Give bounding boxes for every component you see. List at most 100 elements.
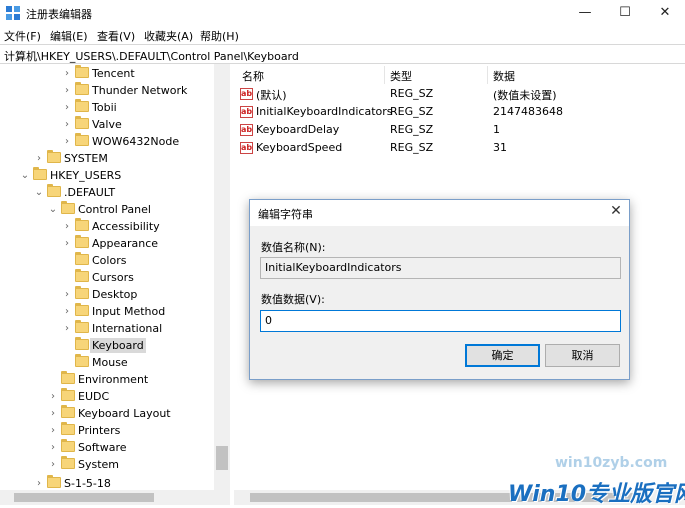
string-value-icon: ab bbox=[240, 106, 253, 118]
value-type: REG_SZ bbox=[390, 87, 434, 100]
menu-edit[interactable]: 编辑(E) bbox=[50, 28, 88, 44]
edit-string-dialog: 编辑字符串 ✕ 数值名称(N): InitialKeyboardIndicato… bbox=[249, 199, 630, 380]
column-header-data[interactable]: 数据 bbox=[493, 68, 515, 84]
tree-item-label[interactable]: Tencent bbox=[90, 66, 137, 81]
expand-chevron-icon[interactable]: › bbox=[62, 65, 72, 82]
tree-vertical-scrollbar[interactable] bbox=[214, 64, 230, 490]
tree-item-label[interactable]: Accessibility bbox=[90, 219, 162, 234]
tree-item-label[interactable]: International bbox=[90, 321, 164, 336]
folder-icon bbox=[75, 235, 89, 248]
value-row[interactable]: ab InitialKeyboardIndicators REG_SZ 2147… bbox=[234, 104, 685, 121]
expand-chevron-icon[interactable]: › bbox=[62, 320, 72, 337]
folder-icon bbox=[47, 150, 61, 163]
tree-item-label[interactable]: Control Panel bbox=[76, 202, 153, 217]
value-name-label: 数值名称(N): bbox=[261, 241, 326, 254]
menu-view[interactable]: 查看(V) bbox=[97, 28, 135, 44]
expand-chevron-icon[interactable]: › bbox=[48, 456, 58, 473]
expand-chevron-icon[interactable]: › bbox=[62, 99, 72, 116]
expand-chevron-icon[interactable]: › bbox=[62, 235, 72, 252]
folder-icon bbox=[75, 269, 89, 282]
watermark-logo: Win10专业版官网 bbox=[508, 482, 685, 507]
tree-item-label[interactable]: Environment bbox=[76, 372, 150, 387]
tree-item-label[interactable]: S-1-5-18 bbox=[62, 476, 113, 491]
expand-chevron-icon[interactable]: › bbox=[48, 405, 58, 422]
address-path[interactable]: 计算机\HKEY_USERS\.DEFAULT\Control Panel\Ke… bbox=[4, 48, 299, 64]
string-value-icon: ab bbox=[240, 142, 253, 154]
address-bar[interactable]: 计算机\HKEY_USERS\.DEFAULT\Control Panel\Ke… bbox=[0, 44, 685, 64]
tree-item-label[interactable]: .DEFAULT bbox=[62, 185, 117, 200]
close-button[interactable]: ✕ bbox=[645, 0, 685, 26]
tree-item-label[interactable]: System bbox=[76, 457, 121, 472]
key-tree[interactable]: › Tencent › Thunder Network › Tobii › Va… bbox=[0, 64, 230, 505]
ok-button[interactable]: 确定 bbox=[465, 344, 540, 367]
value-row[interactable]: ab (默认) REG_SZ (数值未设置) bbox=[234, 86, 685, 103]
menu-help[interactable]: 帮助(H) bbox=[200, 28, 239, 44]
tree-item-label[interactable]: Valve bbox=[90, 117, 124, 132]
value-name: KeyboardSpeed bbox=[256, 141, 343, 154]
folder-icon bbox=[61, 405, 75, 418]
folder-icon bbox=[75, 337, 89, 350]
tree-scroll-thumb[interactable] bbox=[216, 446, 228, 470]
string-value-icon: ab bbox=[240, 88, 253, 100]
tree-item-label[interactable]: WOW6432Node bbox=[90, 134, 181, 149]
tree-item-label[interactable]: Software bbox=[76, 440, 129, 455]
folder-icon bbox=[75, 286, 89, 299]
folder-icon bbox=[75, 303, 89, 316]
expand-chevron-icon[interactable]: › bbox=[48, 388, 58, 405]
value-name: InitialKeyboardIndicators bbox=[256, 105, 393, 118]
value-data: 31 bbox=[493, 141, 507, 154]
column-divider[interactable] bbox=[384, 66, 385, 84]
menu-file[interactable]: 文件(F) bbox=[4, 28, 41, 44]
tree-item-label[interactable]: Input Method bbox=[90, 304, 167, 319]
expand-chevron-icon[interactable]: › bbox=[62, 133, 72, 150]
collapse-chevron-icon[interactable]: ⌄ bbox=[34, 184, 44, 201]
tree-item-label[interactable]: Desktop bbox=[90, 287, 139, 302]
maximize-button[interactable]: ☐ bbox=[605, 0, 645, 26]
expand-chevron-icon[interactable]: › bbox=[62, 286, 72, 303]
expand-chevron-icon[interactable]: › bbox=[34, 150, 44, 167]
dialog-close-icon[interactable]: ✕ bbox=[608, 203, 624, 219]
tree-item-label[interactable]: Appearance bbox=[90, 236, 160, 251]
folder-icon bbox=[47, 475, 61, 488]
expand-chevron-icon[interactable]: › bbox=[62, 218, 72, 235]
column-header-name[interactable]: 名称 bbox=[242, 68, 264, 84]
folder-icon bbox=[75, 354, 89, 367]
value-row[interactable]: ab KeyboardDelay REG_SZ 1 bbox=[234, 122, 685, 139]
dialog-title: 编辑字符串 bbox=[258, 208, 313, 221]
collapse-chevron-icon[interactable]: ⌄ bbox=[48, 201, 58, 218]
column-header-type[interactable]: 类型 bbox=[390, 68, 412, 84]
tree-item-label[interactable]: HKEY_USERS bbox=[48, 168, 123, 183]
folder-icon bbox=[61, 456, 75, 469]
expand-chevron-icon[interactable]: › bbox=[62, 303, 72, 320]
tree-item-label[interactable]: Keyboard bbox=[90, 338, 146, 353]
tree-item-label[interactable]: Mouse bbox=[90, 355, 130, 370]
folder-icon bbox=[61, 201, 75, 214]
tree-item-label[interactable]: Printers bbox=[76, 423, 122, 438]
minimize-button[interactable]: — bbox=[565, 0, 605, 26]
expand-chevron-icon[interactable]: › bbox=[48, 439, 58, 456]
column-divider[interactable] bbox=[487, 66, 488, 84]
tree-hscroll-thumb[interactable] bbox=[14, 493, 154, 502]
tree-item-label[interactable]: Keyboard Layout bbox=[76, 406, 173, 421]
tree-item-label[interactable]: Thunder Network bbox=[90, 83, 189, 98]
tree-item-label[interactable]: Tobii bbox=[90, 100, 119, 115]
value-row[interactable]: ab KeyboardSpeed REG_SZ 31 bbox=[234, 140, 685, 157]
title-bar: 注册表编辑器 — ☐ ✕ bbox=[0, 0, 685, 26]
value-name: (默认) bbox=[256, 89, 287, 102]
tree-item-label[interactable]: Colors bbox=[90, 253, 128, 268]
folder-icon bbox=[75, 252, 89, 265]
value-type: REG_SZ bbox=[390, 105, 434, 118]
window-title: 注册表编辑器 bbox=[26, 8, 92, 21]
expand-chevron-icon[interactable]: › bbox=[62, 82, 72, 99]
expand-chevron-icon[interactable]: › bbox=[62, 116, 72, 133]
tree-item-label[interactable]: Cursors bbox=[90, 270, 136, 285]
value-data-input[interactable]: 0 bbox=[260, 310, 621, 332]
dialog-title-bar[interactable]: 编辑字符串 ✕ bbox=[250, 200, 629, 226]
expand-chevron-icon[interactable]: › bbox=[48, 422, 58, 439]
tree-item-label[interactable]: EUDC bbox=[76, 389, 111, 404]
tree-item-label[interactable]: SYSTEM bbox=[62, 151, 110, 166]
collapse-chevron-icon[interactable]: ⌄ bbox=[20, 167, 30, 184]
folder-icon bbox=[75, 320, 89, 333]
cancel-button[interactable]: 取消 bbox=[545, 344, 620, 367]
menu-favorites[interactable]: 收藏夹(A) bbox=[144, 28, 193, 44]
